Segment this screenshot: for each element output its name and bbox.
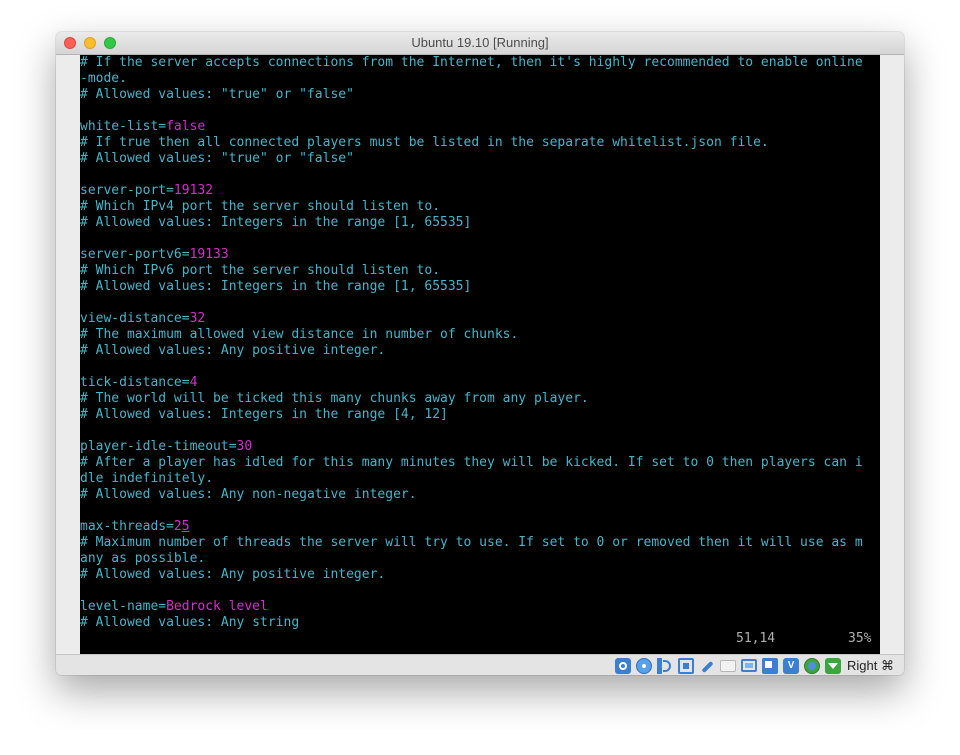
comment-text: dle indefinitely. xyxy=(80,471,214,486)
terminal-line: tick-distance=4 xyxy=(80,375,863,391)
comment-text: # Allowed values: "true" or "false" xyxy=(80,87,354,102)
shared-folder-icon[interactable] xyxy=(720,659,737,672)
audio-icon[interactable] xyxy=(657,657,674,674)
comment-text: # Allowed values: Any non-negative integ… xyxy=(80,487,417,502)
comment-text: # Maximum number of threads the server w… xyxy=(80,535,863,550)
config-key: server-portv6= xyxy=(80,247,190,262)
terminal-line: player-idle-timeout=30 xyxy=(80,439,863,455)
comment-text: # The world will be ticked this many chu… xyxy=(80,391,589,406)
comment-text: # If true then all connected players mus… xyxy=(80,135,769,150)
scroll-percent: 35% xyxy=(848,631,872,646)
comment-text: # Which IPv6 port the server should list… xyxy=(80,263,441,278)
terminal-line: server-portv6=19133 xyxy=(80,247,863,263)
terminal-line: # Allowed values: Integers in the range … xyxy=(80,407,863,423)
terminal-line: # Which IPv4 port the server should list… xyxy=(80,199,863,215)
network-icon[interactable] xyxy=(678,657,695,674)
terminal-line: # If true then all connected players mus… xyxy=(80,135,863,151)
terminal-line: any as possible. xyxy=(80,551,863,567)
terminal-line: # Allowed values: "true" or "false" xyxy=(80,151,863,167)
terminal-line: white-list=false xyxy=(80,119,863,135)
config-value: 2 xyxy=(173,519,182,534)
config-key: white-list= xyxy=(80,119,167,134)
optical-drive-icon[interactable] xyxy=(636,657,653,674)
comment-text: any as possible. xyxy=(80,551,206,566)
usb-icon[interactable] xyxy=(699,658,715,674)
zoom-button[interactable] xyxy=(104,37,116,49)
vm-terminal-screen[interactable]: # If the server accepts connections from… xyxy=(80,55,880,654)
comment-text: # Allowed values: Integers in the range … xyxy=(80,279,472,294)
comment-text: # Allowed values: Any positive integer. xyxy=(80,343,386,358)
config-value: 30 xyxy=(236,439,253,454)
config-key: server-port= xyxy=(80,183,174,198)
hard-disk-icon[interactable] xyxy=(615,657,632,674)
terminal-line: server-port=19132 xyxy=(80,183,863,199)
comment-text: -mode. xyxy=(80,71,127,86)
terminal-line: # Allowed values: Any positive integer. xyxy=(80,343,863,359)
comment-text: # The maximum allowed view distance in n… xyxy=(80,327,519,342)
title-bar[interactable]: Ubuntu 19.10 [Running] xyxy=(56,32,904,55)
terminal-line: # The maximum allowed view distance in n… xyxy=(80,327,863,343)
comment-text: # Allowed values: Integers in the range … xyxy=(80,407,448,422)
terminal-line: # Allowed values: Any non-negative integ… xyxy=(80,487,863,503)
video-capture-icon[interactable] xyxy=(762,657,779,674)
config-key: view-distance= xyxy=(80,311,190,326)
config-value: Bedrock level xyxy=(166,599,268,614)
config-key: max-threads= xyxy=(80,519,174,534)
comment-text: # If the server accepts connections from… xyxy=(80,55,863,70)
comment-text: # Allowed values: Any string xyxy=(80,615,300,630)
terminal-line: # Allowed values: Any string xyxy=(80,615,863,631)
terminal-line: # The world will be ticked this many chu… xyxy=(80,391,863,407)
close-button[interactable] xyxy=(64,37,76,49)
device-icons: V Right ⌘ xyxy=(610,656,894,675)
download-arrow-icon[interactable] xyxy=(825,657,842,674)
terminal-line: level-name=Bedrock level xyxy=(80,599,863,615)
config-value: 5 xyxy=(181,519,190,534)
terminal-line: # Allowed values: Integers in the range … xyxy=(80,215,863,231)
terminal-line: # Maximum number of threads the server w… xyxy=(80,535,863,551)
terminal-line: # Allowed values: Any positive integer. xyxy=(80,567,863,583)
comment-text: # After a player has idled for this many… xyxy=(80,455,863,470)
config-value: 4 xyxy=(189,375,198,390)
terminal-line: max-threads=25 xyxy=(80,519,863,535)
comment-text: # Allowed values: Integers in the range … xyxy=(80,215,472,230)
comment-text: # Allowed values: Any positive integer. xyxy=(80,567,386,582)
virtualbox-window: Ubuntu 19.10 [Running] # If the server a… xyxy=(56,32,904,675)
host-key-label: Right ⌘ xyxy=(847,657,894,673)
config-value: 32 xyxy=(189,311,206,326)
terminal-line: -mode. xyxy=(80,71,863,87)
terminal-line: # If the server accepts connections from… xyxy=(80,55,863,71)
comment-text: # Allowed values: "true" or "false" xyxy=(80,151,354,166)
globe-icon[interactable] xyxy=(804,657,821,674)
terminal-line: dle indefinitely. xyxy=(80,471,863,487)
terminal-line: # Allowed values: Integers in the range … xyxy=(80,279,863,295)
terminal-line: # Allowed values: "true" or "false" xyxy=(80,87,863,103)
terminal-line: # Which IPv6 port the server should list… xyxy=(80,263,863,279)
comment-text: # Which IPv4 port the server should list… xyxy=(80,199,441,214)
display-icon[interactable] xyxy=(741,659,758,672)
minimize-button[interactable] xyxy=(84,37,96,49)
config-value: 19133 xyxy=(189,247,229,262)
window-title: Ubuntu 19.10 [Running] xyxy=(411,35,549,50)
terminal-line: # After a player has idled for this many… xyxy=(80,455,863,471)
terminal-lines: # If the server accepts connections from… xyxy=(80,55,863,631)
config-key: player-idle-timeout= xyxy=(80,439,237,454)
config-key: tick-distance= xyxy=(80,375,190,390)
vm-status-bar: V Right ⌘ xyxy=(56,654,904,675)
terminal-line: view-distance=32 xyxy=(80,311,863,327)
vt-x-icon[interactable]: V xyxy=(783,657,800,674)
cursor-position: 51,14 xyxy=(736,631,776,646)
config-key: level-name= xyxy=(80,599,167,614)
config-value: 19132 xyxy=(173,183,214,198)
config-value: false xyxy=(166,119,206,134)
